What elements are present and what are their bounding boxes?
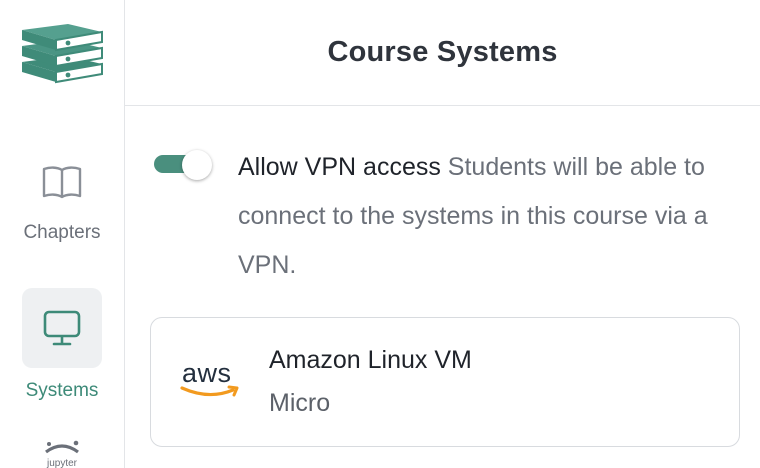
page-header: Course Systems: [125, 0, 760, 106]
svg-text:jupyter: jupyter: [46, 458, 78, 468]
vpn-setting-label: Allow VPN access: [238, 153, 441, 181]
sidebar-item-label: Systems: [25, 380, 99, 401]
book-open-icon: [42, 166, 82, 199]
page-title: Course Systems: [327, 36, 558, 68]
system-size: Micro: [269, 389, 331, 417]
toggle-knob: [182, 150, 212, 180]
vpn-setting-text: Allow VPN access Students will be able t…: [238, 143, 738, 290]
sidebar-item-label: Chapters: [23, 222, 101, 243]
sidebar-item-jupyter[interactable]: jupyter: [0, 438, 124, 468]
sidebar: Chapters Systems jupyter: [0, 0, 125, 468]
system-name: Amazon Linux VM: [269, 346, 472, 374]
sidebar-item-chapters[interactable]: Chapters: [0, 160, 124, 244]
sidebar-item-systems[interactable]: Systems: [0, 288, 124, 402]
aws-smile-icon: [180, 385, 239, 397]
aws-logo-icon: aws: [179, 358, 243, 402]
monitor-icon: [43, 310, 81, 346]
books-logo-icon[interactable]: [18, 18, 104, 86]
app-root: Chapters Systems jupyter Course Systems: [0, 0, 760, 468]
jupyter-icon: jupyter: [45, 440, 79, 468]
vpn-access-toggle[interactable]: [152, 148, 214, 180]
active-nav-highlight: [22, 288, 102, 368]
system-card[interactable]: aws Amazon Linux VM Micro: [150, 317, 740, 447]
